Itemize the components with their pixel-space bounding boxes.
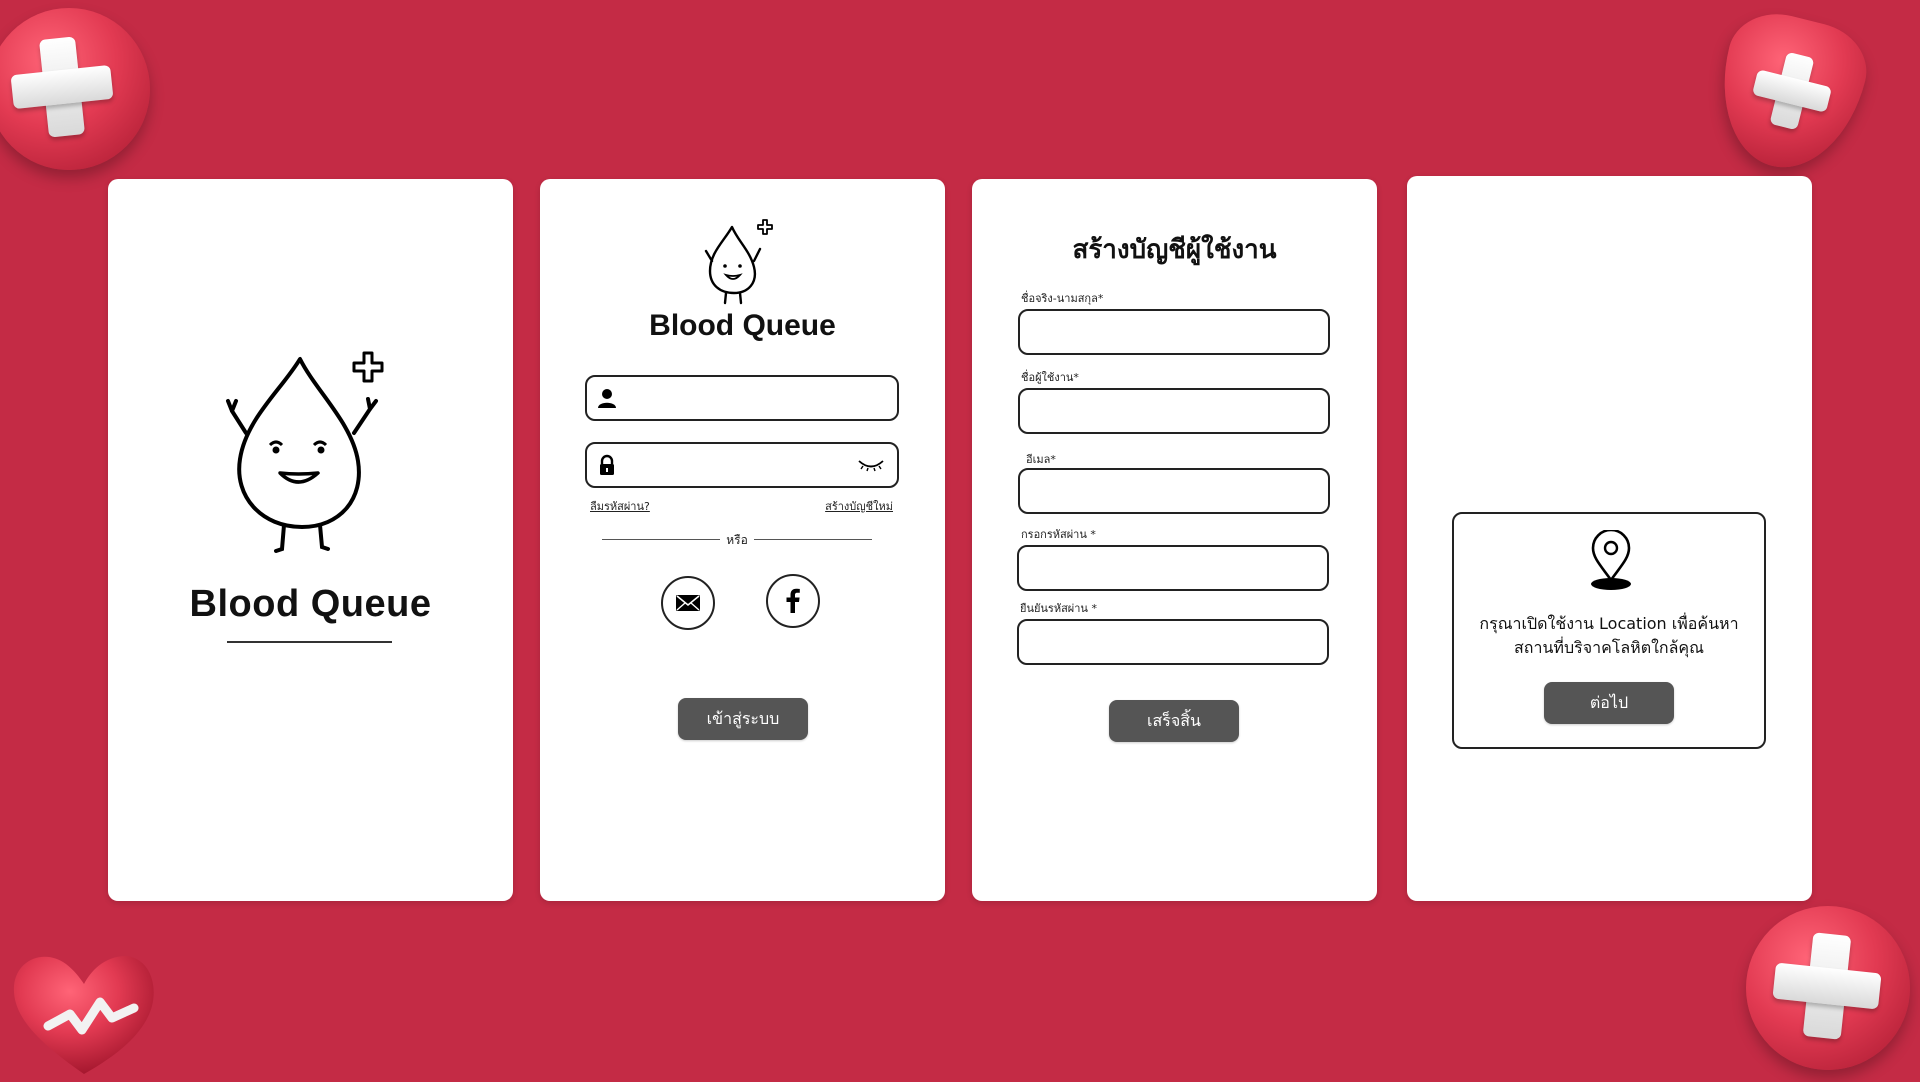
user-icon — [598, 389, 616, 408]
app-title: Blood Queue — [189, 583, 432, 625]
password-field[interactable] — [585, 442, 899, 488]
facebook-icon — [786, 588, 800, 613]
forgot-password-link[interactable]: ลืมรหัสผ่าน? — [590, 497, 650, 515]
email-input[interactable] — [1030, 477, 1322, 507]
blood-drop-mascot-icon — [704, 219, 773, 305]
confirm-password-input[interactable] — [1029, 628, 1321, 658]
finish-button[interactable]: เสร็จสิ้น — [1109, 700, 1239, 742]
shield-cross-badge-icon — [1703, 3, 1877, 183]
password-input[interactable] — [627, 450, 851, 482]
email-label: อีเมล* — [1026, 453, 1056, 466]
login-button[interactable]: เข้าสู่ระบบ — [678, 698, 808, 740]
confirm-password-field[interactable] — [1017, 619, 1329, 665]
location-permission-card: กรุณาเปิดใช้งาน Location เพื่อค้นหา สถาน… — [1452, 512, 1766, 749]
facebook-login-button[interactable] — [766, 574, 820, 628]
fullname-input[interactable] — [1030, 318, 1322, 348]
app-title: Blood Queue — [649, 309, 836, 342]
lock-icon — [600, 454, 614, 475]
fullname-label: ชื่อจริง-นามสกุล* — [1021, 292, 1104, 305]
title-underline — [227, 641, 392, 643]
location-screen: กรุณาเปิดใช้งาน Location เพื่อค้นหา สถาน… — [1407, 176, 1812, 901]
or-label: หรือ — [726, 533, 748, 547]
password-field[interactable] — [1017, 545, 1329, 591]
location-message-line2: สถานที่บริจาคโลหิตใกล้คุณ — [1514, 638, 1704, 657]
password-label: กรอกรหัสผ่าน * — [1021, 528, 1096, 541]
medical-cross-badge-icon — [1746, 906, 1910, 1070]
eye-closed-icon[interactable] — [857, 458, 885, 472]
username-field[interactable] — [1018, 388, 1330, 434]
fullname-field[interactable] — [1018, 309, 1330, 355]
username-input[interactable] — [627, 383, 851, 415]
medical-cross-badge-icon — [0, 8, 150, 170]
map-pin-icon — [1591, 530, 1631, 590]
username-label: ชื่อผู้ใช้งาน* — [1021, 371, 1079, 384]
or-divider: หรือ — [602, 531, 872, 547]
login-screen: Blood Queue ลืมรหัสผ่าน? สร้างบัญชีใหม่ … — [540, 179, 945, 901]
username-input[interactable] — [1030, 397, 1322, 427]
email-login-button[interactable] — [661, 576, 715, 630]
location-message-line1: กรุณาเปิดใช้งาน Location เพื่อค้นหา — [1479, 614, 1739, 633]
register-screen: สร้างบัญชีผู้ใช้งาน ชื่อจริง-นามสกุล* ชื… — [972, 179, 1377, 901]
confirm-password-label: ยืนยันรหัสผ่าน * — [1020, 602, 1097, 615]
blood-drop-mascot-icon — [226, 351, 384, 553]
location-message: กรุณาเปิดใช้งาน Location เพื่อค้นหา สถาน… — [1460, 612, 1758, 660]
create-account-link[interactable]: สร้างบัญชีใหม่ — [825, 497, 893, 515]
envelope-icon — [676, 595, 700, 611]
email-field[interactable] — [1018, 468, 1330, 514]
password-input[interactable] — [1029, 554, 1321, 584]
splash-screen: Blood Queue — [108, 179, 513, 901]
next-button[interactable]: ต่อไป — [1544, 682, 1674, 724]
username-field[interactable] — [585, 375, 899, 421]
heart-pulse-badge-icon — [8, 942, 160, 1082]
page-title: สร้างบัญชีผู้ใช้งาน — [1072, 235, 1277, 265]
divider-line — [754, 539, 872, 540]
